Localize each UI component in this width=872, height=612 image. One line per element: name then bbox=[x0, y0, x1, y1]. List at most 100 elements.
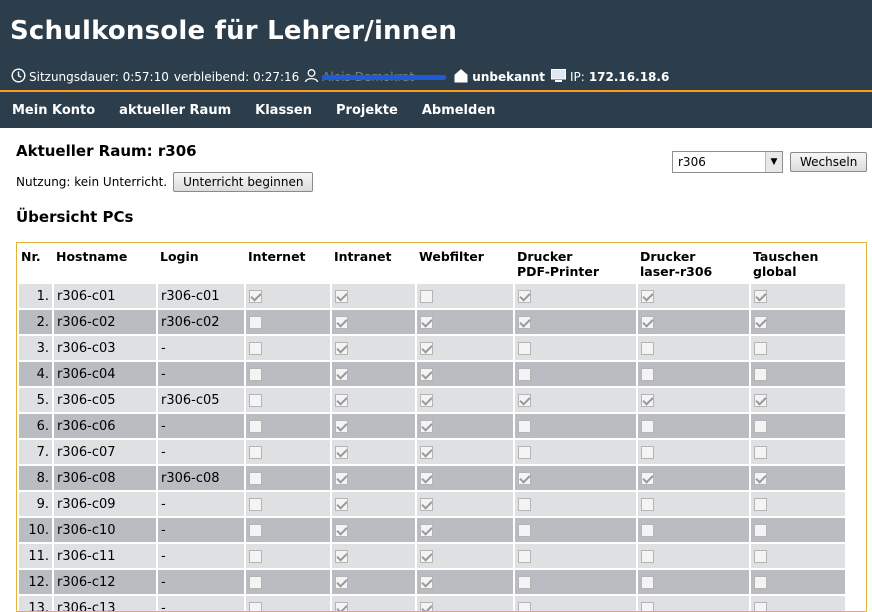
nav-mein-konto[interactable]: Mein Konto bbox=[12, 103, 95, 118]
internet-checkbox[interactable] bbox=[249, 446, 262, 459]
internet-checkbox[interactable] bbox=[249, 524, 262, 537]
drucker-pdf-checkbox[interactable] bbox=[518, 550, 531, 563]
webfilter-checkbox[interactable] bbox=[420, 316, 433, 329]
drucker-laser-checkbox[interactable] bbox=[641, 550, 654, 563]
drucker-laser-checkbox[interactable] bbox=[641, 602, 654, 612]
webfilter-checkbox[interactable] bbox=[420, 602, 433, 612]
intranet-checkbox[interactable] bbox=[335, 368, 348, 381]
drucker-laser-checkbox[interactable] bbox=[641, 446, 654, 459]
nav-klassen[interactable]: Klassen bbox=[255, 103, 312, 118]
ip-value: 172.16.18.6 bbox=[589, 70, 669, 84]
switch-room-button[interactable]: Wechseln bbox=[790, 152, 867, 172]
drucker-laser-checkbox[interactable] bbox=[641, 368, 654, 381]
internet-checkbox[interactable] bbox=[249, 602, 262, 612]
webfilter-checkbox[interactable] bbox=[420, 550, 433, 563]
location-value: unbekannt bbox=[472, 70, 545, 84]
col-internet: Internet bbox=[246, 245, 330, 282]
start-lesson-button[interactable]: Unterricht beginnen bbox=[173, 172, 313, 192]
drucker-pdf-checkbox[interactable] bbox=[518, 316, 531, 329]
cell-intranet bbox=[332, 492, 415, 516]
tauschen-checkbox[interactable] bbox=[754, 290, 767, 303]
internet-checkbox[interactable] bbox=[249, 316, 262, 329]
col-hostname: Hostname bbox=[54, 245, 156, 282]
nav-aktueller-raum[interactable]: aktueller Raum bbox=[119, 103, 231, 118]
cell-login: - bbox=[158, 570, 244, 594]
tauschen-checkbox[interactable] bbox=[754, 420, 767, 433]
webfilter-checkbox[interactable] bbox=[420, 394, 433, 407]
nav-projekte[interactable]: Projekte bbox=[336, 103, 398, 118]
cell-drucker-laser bbox=[638, 388, 749, 412]
drucker-laser-checkbox[interactable] bbox=[641, 498, 654, 511]
cell-drucker-laser bbox=[638, 570, 749, 594]
drucker-pdf-checkbox[interactable] bbox=[518, 342, 531, 355]
tauschen-checkbox[interactable] bbox=[754, 342, 767, 355]
intranet-checkbox[interactable] bbox=[335, 446, 348, 459]
intranet-checkbox[interactable] bbox=[335, 524, 348, 537]
intranet-checkbox[interactable] bbox=[335, 394, 348, 407]
internet-checkbox[interactable] bbox=[249, 342, 262, 355]
drucker-laser-checkbox[interactable] bbox=[641, 394, 654, 407]
internet-checkbox[interactable] bbox=[249, 576, 262, 589]
webfilter-checkbox[interactable] bbox=[420, 498, 433, 511]
tauschen-checkbox[interactable] bbox=[754, 524, 767, 537]
cell-drucker-laser bbox=[638, 492, 749, 516]
webfilter-checkbox[interactable] bbox=[420, 368, 433, 381]
webfilter-checkbox[interactable] bbox=[420, 420, 433, 433]
drucker-pdf-checkbox[interactable] bbox=[518, 368, 531, 381]
webfilter-checkbox[interactable] bbox=[420, 290, 433, 303]
drucker-laser-checkbox[interactable] bbox=[641, 472, 654, 485]
table-row: 6.r306-c06- bbox=[19, 414, 845, 438]
drucker-laser-checkbox[interactable] bbox=[641, 342, 654, 355]
drucker-laser-checkbox[interactable] bbox=[641, 576, 654, 589]
internet-checkbox[interactable] bbox=[249, 368, 262, 381]
intranet-checkbox[interactable] bbox=[335, 550, 348, 563]
drucker-pdf-checkbox[interactable] bbox=[518, 394, 531, 407]
dropdown-arrow-icon[interactable]: ▼ bbox=[765, 152, 782, 172]
webfilter-checkbox[interactable] bbox=[420, 524, 433, 537]
tauschen-checkbox[interactable] bbox=[754, 550, 767, 563]
intranet-checkbox[interactable] bbox=[335, 316, 348, 329]
webfilter-checkbox[interactable] bbox=[420, 342, 433, 355]
cell-drucker-pdf bbox=[515, 596, 636, 612]
internet-checkbox[interactable] bbox=[249, 498, 262, 511]
intranet-checkbox[interactable] bbox=[335, 472, 348, 485]
drucker-pdf-checkbox[interactable] bbox=[518, 524, 531, 537]
internet-checkbox[interactable] bbox=[249, 394, 262, 407]
cell-nr: 4. bbox=[19, 362, 52, 386]
tauschen-checkbox[interactable] bbox=[754, 472, 767, 485]
internet-checkbox[interactable] bbox=[249, 472, 262, 485]
drucker-pdf-checkbox[interactable] bbox=[518, 420, 531, 433]
internet-checkbox[interactable] bbox=[249, 290, 262, 303]
tauschen-checkbox[interactable] bbox=[754, 602, 767, 612]
drucker-pdf-checkbox[interactable] bbox=[518, 290, 531, 303]
drucker-laser-checkbox[interactable] bbox=[641, 290, 654, 303]
tauschen-checkbox[interactable] bbox=[754, 498, 767, 511]
webfilter-checkbox[interactable] bbox=[420, 446, 433, 459]
internet-checkbox[interactable] bbox=[249, 420, 262, 433]
intranet-checkbox[interactable] bbox=[335, 576, 348, 589]
drucker-laser-checkbox[interactable] bbox=[641, 524, 654, 537]
drucker-pdf-checkbox[interactable] bbox=[518, 446, 531, 459]
tauschen-checkbox[interactable] bbox=[754, 576, 767, 589]
drucker-pdf-checkbox[interactable] bbox=[518, 602, 531, 612]
intranet-checkbox[interactable] bbox=[335, 420, 348, 433]
tauschen-checkbox[interactable] bbox=[754, 316, 767, 329]
webfilter-checkbox[interactable] bbox=[420, 472, 433, 485]
intranet-checkbox[interactable] bbox=[335, 342, 348, 355]
tauschen-checkbox[interactable] bbox=[754, 394, 767, 407]
nav-abmelden[interactable]: Abmelden bbox=[422, 103, 496, 118]
webfilter-checkbox[interactable] bbox=[420, 576, 433, 589]
tauschen-checkbox[interactable] bbox=[754, 368, 767, 381]
tauschen-checkbox[interactable] bbox=[754, 446, 767, 459]
drucker-pdf-checkbox[interactable] bbox=[518, 472, 531, 485]
drucker-laser-checkbox[interactable] bbox=[641, 420, 654, 433]
drucker-pdf-checkbox[interactable] bbox=[518, 498, 531, 511]
cell-login: - bbox=[158, 362, 244, 386]
intranet-checkbox[interactable] bbox=[335, 602, 348, 612]
drucker-pdf-checkbox[interactable] bbox=[518, 576, 531, 589]
intranet-checkbox[interactable] bbox=[335, 290, 348, 303]
intranet-checkbox[interactable] bbox=[335, 498, 348, 511]
drucker-laser-checkbox[interactable] bbox=[641, 316, 654, 329]
internet-checkbox[interactable] bbox=[249, 550, 262, 563]
room-select[interactable]: r306 ▼ bbox=[672, 151, 783, 173]
